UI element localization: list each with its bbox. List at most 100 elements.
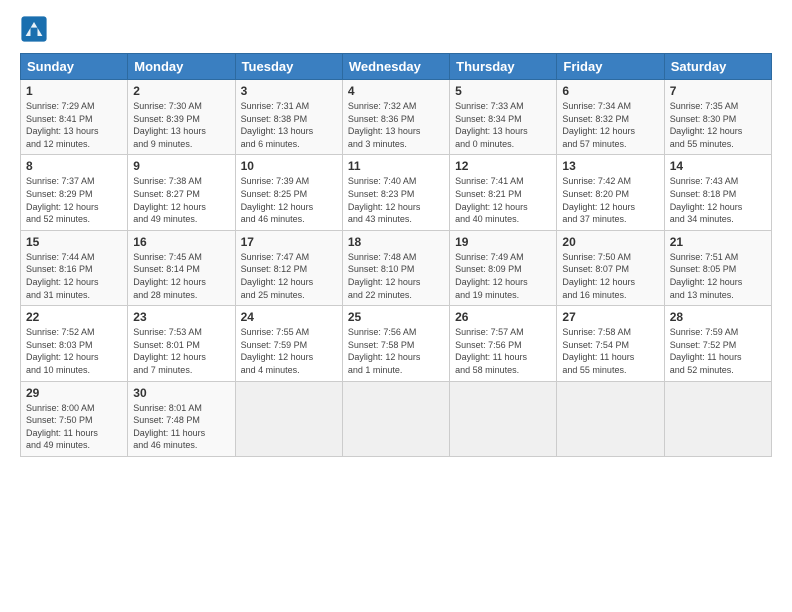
calendar-cell <box>342 381 449 456</box>
day-info: Sunrise: 7:37 AM Sunset: 8:29 PM Dayligh… <box>26 175 122 225</box>
calendar-cell: 26 Sunrise: 7:57 AM Sunset: 7:56 PM Dayli… <box>450 306 557 381</box>
day-number: 28 <box>670 310 766 324</box>
calendar-cell: 7 Sunrise: 7:35 AM Sunset: 8:30 PM Daylig… <box>664 80 771 155</box>
calendar-cell: 30 Sunrise: 8:01 AM Sunset: 7:48 PM Dayli… <box>128 381 235 456</box>
header-cell-tuesday: Tuesday <box>235 54 342 80</box>
calendar-cell: 21 Sunrise: 7:51 AM Sunset: 8:05 PM Dayli… <box>664 230 771 305</box>
day-info: Sunrise: 7:55 AM Sunset: 7:59 PM Dayligh… <box>241 326 337 376</box>
calendar-body: 1 Sunrise: 7:29 AM Sunset: 8:41 PM Daylig… <box>21 80 772 457</box>
day-number: 24 <box>241 310 337 324</box>
calendar-cell: 8Sunrise: 7:37 AM Sunset: 8:29 PM Daylig… <box>21 155 128 230</box>
calendar-cell: 24 Sunrise: 7:55 AM Sunset: 7:59 PM Dayli… <box>235 306 342 381</box>
calendar-cell: 10 Sunrise: 7:39 AM Sunset: 8:25 PM Dayli… <box>235 155 342 230</box>
day-info: Sunrise: 7:42 AM Sunset: 8:20 PM Dayligh… <box>562 175 658 225</box>
calendar-cell: 3 Sunrise: 7:31 AM Sunset: 8:38 PM Daylig… <box>235 80 342 155</box>
day-number: 13 <box>562 159 658 173</box>
logo <box>20 15 50 43</box>
logo-icon <box>20 15 48 43</box>
calendar-cell <box>235 381 342 456</box>
day-info: Sunrise: 7:47 AM Sunset: 8:12 PM Dayligh… <box>241 251 337 301</box>
day-number: 3 <box>241 84 337 98</box>
header-cell-friday: Friday <box>557 54 664 80</box>
calendar-cell: 9 Sunrise: 7:38 AM Sunset: 8:27 PM Daylig… <box>128 155 235 230</box>
day-info: Sunrise: 7:59 AM Sunset: 7:52 PM Dayligh… <box>670 326 766 376</box>
day-info: Sunrise: 7:30 AM Sunset: 8:39 PM Dayligh… <box>133 100 229 150</box>
day-info: Sunrise: 7:32 AM Sunset: 8:36 PM Dayligh… <box>348 100 444 150</box>
day-number: 4 <box>348 84 444 98</box>
day-number: 30 <box>133 386 229 400</box>
day-info: Sunrise: 7:56 AM Sunset: 7:58 PM Dayligh… <box>348 326 444 376</box>
calendar-week-2: 8Sunrise: 7:37 AM Sunset: 8:29 PM Daylig… <box>21 155 772 230</box>
calendar-cell: 14 Sunrise: 7:43 AM Sunset: 8:18 PM Dayli… <box>664 155 771 230</box>
day-info: Sunrise: 7:38 AM Sunset: 8:27 PM Dayligh… <box>133 175 229 225</box>
day-number: 21 <box>670 235 766 249</box>
day-number: 9 <box>133 159 229 173</box>
calendar-cell <box>557 381 664 456</box>
day-info: Sunrise: 7:33 AM Sunset: 8:34 PM Dayligh… <box>455 100 551 150</box>
day-number: 18 <box>348 235 444 249</box>
day-info: Sunrise: 7:52 AM Sunset: 8:03 PM Dayligh… <box>26 326 122 376</box>
day-info: Sunrise: 7:35 AM Sunset: 8:30 PM Dayligh… <box>670 100 766 150</box>
calendar-cell: 4 Sunrise: 7:32 AM Sunset: 8:36 PM Daylig… <box>342 80 449 155</box>
calendar-cell: 18Sunrise: 7:48 AM Sunset: 8:10 PM Dayli… <box>342 230 449 305</box>
day-info: Sunrise: 8:01 AM Sunset: 7:48 PM Dayligh… <box>133 402 229 452</box>
day-number: 5 <box>455 84 551 98</box>
day-number: 19 <box>455 235 551 249</box>
calendar-cell: 29 Sunrise: 8:00 AM Sunset: 7:50 PM Dayli… <box>21 381 128 456</box>
header-cell-monday: Monday <box>128 54 235 80</box>
day-info: Sunrise: 7:51 AM Sunset: 8:05 PM Dayligh… <box>670 251 766 301</box>
header-cell-saturday: Saturday <box>664 54 771 80</box>
day-number: 15 <box>26 235 122 249</box>
calendar-cell: 16 Sunrise: 7:45 AM Sunset: 8:14 PM Dayli… <box>128 230 235 305</box>
calendar-cell: 11Sunrise: 7:40 AM Sunset: 8:23 PM Dayli… <box>342 155 449 230</box>
calendar-cell: 2 Sunrise: 7:30 AM Sunset: 8:39 PM Daylig… <box>128 80 235 155</box>
calendar-week-5: 29 Sunrise: 8:00 AM Sunset: 7:50 PM Dayli… <box>21 381 772 456</box>
calendar-cell: 5 Sunrise: 7:33 AM Sunset: 8:34 PM Daylig… <box>450 80 557 155</box>
calendar-cell: 6 Sunrise: 7:34 AM Sunset: 8:32 PM Daylig… <box>557 80 664 155</box>
day-number: 7 <box>670 84 766 98</box>
day-number: 14 <box>670 159 766 173</box>
day-info: Sunrise: 8:00 AM Sunset: 7:50 PM Dayligh… <box>26 402 122 452</box>
day-info: Sunrise: 7:31 AM Sunset: 8:38 PM Dayligh… <box>241 100 337 150</box>
calendar-week-3: 15 Sunrise: 7:44 AM Sunset: 8:16 PM Dayli… <box>21 230 772 305</box>
calendar-cell: 27Sunrise: 7:58 AM Sunset: 7:54 PM Dayli… <box>557 306 664 381</box>
day-number: 25 <box>348 310 444 324</box>
calendar-cell: 15 Sunrise: 7:44 AM Sunset: 8:16 PM Dayli… <box>21 230 128 305</box>
calendar-cell <box>450 381 557 456</box>
header-row: SundayMondayTuesdayWednesdayThursdayFrid… <box>21 54 772 80</box>
day-info: Sunrise: 7:58 AM Sunset: 7:54 PM Dayligh… <box>562 326 658 376</box>
day-info: Sunrise: 7:39 AM Sunset: 8:25 PM Dayligh… <box>241 175 337 225</box>
header <box>20 15 772 43</box>
day-number: 1 <box>26 84 122 98</box>
calendar-table: SundayMondayTuesdayWednesdayThursdayFrid… <box>20 53 772 457</box>
header-cell-thursday: Thursday <box>450 54 557 80</box>
day-number: 20 <box>562 235 658 249</box>
day-info: Sunrise: 7:44 AM Sunset: 8:16 PM Dayligh… <box>26 251 122 301</box>
day-number: 16 <box>133 235 229 249</box>
calendar-week-4: 22Sunrise: 7:52 AM Sunset: 8:03 PM Dayli… <box>21 306 772 381</box>
day-number: 29 <box>26 386 122 400</box>
calendar-cell: 25 Sunrise: 7:56 AM Sunset: 7:58 PM Dayli… <box>342 306 449 381</box>
day-number: 17 <box>241 235 337 249</box>
day-number: 6 <box>562 84 658 98</box>
calendar-cell: 20 Sunrise: 7:50 AM Sunset: 8:07 PM Dayli… <box>557 230 664 305</box>
day-info: Sunrise: 7:29 AM Sunset: 8:41 PM Dayligh… <box>26 100 122 150</box>
calendar-cell: 28 Sunrise: 7:59 AM Sunset: 7:52 PM Dayli… <box>664 306 771 381</box>
calendar-cell: 13 Sunrise: 7:42 AM Sunset: 8:20 PM Dayli… <box>557 155 664 230</box>
day-info: Sunrise: 7:34 AM Sunset: 8:32 PM Dayligh… <box>562 100 658 150</box>
calendar-cell <box>664 381 771 456</box>
day-number: 26 <box>455 310 551 324</box>
day-info: Sunrise: 7:57 AM Sunset: 7:56 PM Dayligh… <box>455 326 551 376</box>
calendar-cell: 23Sunrise: 7:53 AM Sunset: 8:01 PM Dayli… <box>128 306 235 381</box>
calendar-cell: 12Sunrise: 7:41 AM Sunset: 8:21 PM Dayli… <box>450 155 557 230</box>
header-cell-wednesday: Wednesday <box>342 54 449 80</box>
calendar-week-1: 1 Sunrise: 7:29 AM Sunset: 8:41 PM Daylig… <box>21 80 772 155</box>
day-info: Sunrise: 7:50 AM Sunset: 8:07 PM Dayligh… <box>562 251 658 301</box>
calendar-cell: 19Sunrise: 7:49 AM Sunset: 8:09 PM Dayli… <box>450 230 557 305</box>
day-number: 10 <box>241 159 337 173</box>
calendar-cell: 17 Sunrise: 7:47 AM Sunset: 8:12 PM Dayli… <box>235 230 342 305</box>
day-info: Sunrise: 7:43 AM Sunset: 8:18 PM Dayligh… <box>670 175 766 225</box>
day-info: Sunrise: 7:41 AM Sunset: 8:21 PM Dayligh… <box>455 175 551 225</box>
day-info: Sunrise: 7:45 AM Sunset: 8:14 PM Dayligh… <box>133 251 229 301</box>
day-number: 2 <box>133 84 229 98</box>
